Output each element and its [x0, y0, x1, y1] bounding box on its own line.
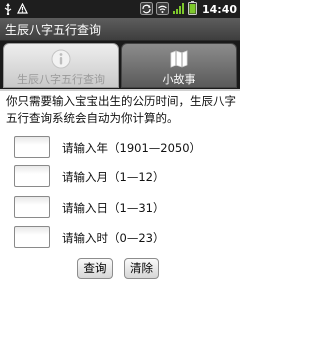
app-title: 生辰八字五行查询 [5, 23, 102, 37]
day-label: 请输入日（1—31） [62, 201, 165, 215]
instructions-text: 你只需要输入宝宝出生的公历时间，生辰八字五行查询系统会自动为你计算的。 [6, 94, 236, 125]
hour-label: 请输入时（0—23） [62, 231, 165, 245]
tab-stories[interactable]: 小故事 [121, 43, 237, 88]
tab-label: 生辰八字五行查询 [17, 73, 105, 86]
clear-button[interactable]: 清除 [124, 258, 159, 279]
clock: 14:40 [201, 2, 237, 16]
status-bar: 14:40 [0, 0, 240, 18]
map-icon [168, 48, 190, 70]
day-input[interactable] [14, 196, 50, 218]
month-input[interactable] [14, 165, 50, 187]
info-icon [50, 48, 72, 70]
year-label: 请输入年（1901—2050） [62, 141, 202, 155]
query-button[interactable]: 查询 [77, 258, 113, 279]
hour-input[interactable] [14, 226, 50, 248]
wifi-icon [155, 0, 169, 19]
month-label: 请输入月（1—12） [62, 170, 165, 184]
system-indicators: 14:40 [139, 0, 237, 19]
year-input[interactable] [14, 136, 50, 158]
debug-icon [17, 0, 28, 19]
notification-icons [3, 2, 28, 15]
tab-bazi-query[interactable]: 生辰八字五行查询 [3, 43, 119, 88]
tab-divider [0, 89, 240, 91]
usb-icon [3, 0, 13, 19]
app-title-bar: 生辰八字五行查询 [0, 18, 240, 41]
sync-icon [139, 0, 153, 19]
tab-label: 小故事 [162, 73, 196, 86]
battery-icon [187, 0, 197, 19]
tab-bar: 生辰八字五行查询 小故事 [0, 41, 240, 90]
signal-icon [172, 0, 185, 19]
